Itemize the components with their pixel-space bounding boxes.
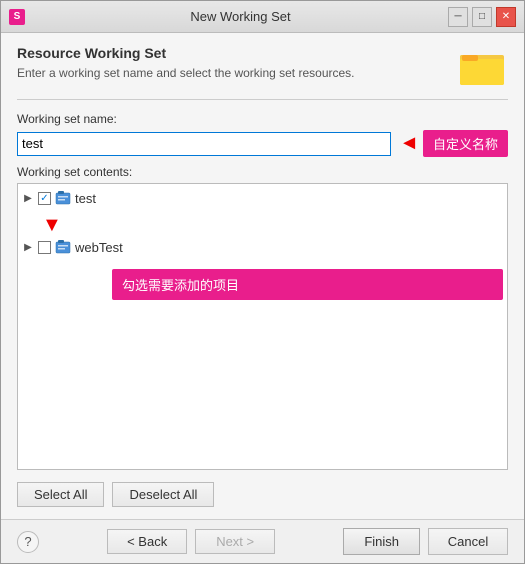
item-label-test: test (75, 191, 96, 206)
app-icon: S (9, 9, 25, 25)
dialog-content: Resource Working Set Enter a working set… (1, 33, 524, 519)
list-item[interactable]: ▶ webTest (22, 237, 503, 257)
nav-buttons: < Back Next > (47, 529, 335, 554)
back-button[interactable]: < Back (107, 529, 187, 554)
project-icon-webtest (55, 239, 71, 255)
name-annotation-group: ◄ 自定义名称 (399, 130, 508, 157)
project-icon-test (55, 190, 71, 206)
help-section: ? (17, 531, 39, 553)
expander-icon-webtest[interactable]: ▶ (22, 241, 34, 253)
window-title: New Working Set (33, 9, 448, 24)
header-divider (17, 99, 508, 100)
list-item[interactable]: ▶ ✓ test (22, 188, 503, 208)
folder-icon (460, 47, 508, 87)
red-arrow-icon: ◄ (399, 132, 419, 155)
red-arrow-tree-icon: ▼ (42, 214, 62, 237)
cancel-button[interactable]: Cancel (428, 528, 508, 555)
header-text: Resource Working Set Enter a working set… (17, 45, 448, 82)
tree-container: ▶ ✓ test (17, 183, 508, 470)
name-annotation-box: 自定义名称 (423, 130, 508, 157)
selection-buttons: Select All Deselect All (17, 482, 508, 507)
tree-annotation-row: ▼ (22, 214, 503, 237)
header-title: Resource Working Set (17, 45, 448, 61)
deselect-all-button[interactable]: Deselect All (112, 482, 214, 507)
name-field-row: ◄ 自定义名称 (17, 130, 508, 157)
name-field-section: Working set name: ◄ 自定义名称 (17, 112, 508, 157)
select-all-button[interactable]: Select All (17, 482, 104, 507)
titlebar: S New Working Set ─ □ ✕ (1, 1, 524, 33)
name-field-label: Working set name: (17, 112, 508, 126)
expander-icon[interactable]: ▶ (22, 192, 34, 204)
window-controls: ─ □ ✕ (448, 7, 516, 27)
next-button[interactable]: Next > (195, 529, 275, 554)
contents-annotation-group: 勾选需要添加的项目 (72, 269, 503, 300)
header-section: Resource Working Set Enter a working set… (17, 45, 508, 87)
item-label-webtest: webTest (75, 240, 123, 255)
item-checkbox-webtest[interactable] (38, 241, 51, 254)
contents-annotation-box: 勾选需要添加的项目 (112, 269, 503, 300)
close-button[interactable]: ✕ (496, 7, 516, 27)
contents-section: Working set contents: ▶ ✓ (17, 165, 508, 470)
contents-label: Working set contents: (17, 165, 508, 179)
minimize-button[interactable]: ─ (448, 7, 468, 27)
name-input[interactable] (17, 132, 391, 156)
help-button[interactable]: ? (17, 531, 39, 553)
item-checkbox-test[interactable]: ✓ (38, 192, 51, 205)
dialog-window: S New Working Set ─ □ ✕ Resource Working… (0, 0, 525, 564)
dialog-footer: ? < Back Next > Finish Cancel (1, 519, 524, 563)
finish-button[interactable]: Finish (343, 528, 420, 555)
action-buttons: Finish Cancel (343, 528, 508, 555)
header-description: Enter a working set name and select the … (17, 65, 448, 82)
restore-button[interactable]: □ (472, 7, 492, 27)
